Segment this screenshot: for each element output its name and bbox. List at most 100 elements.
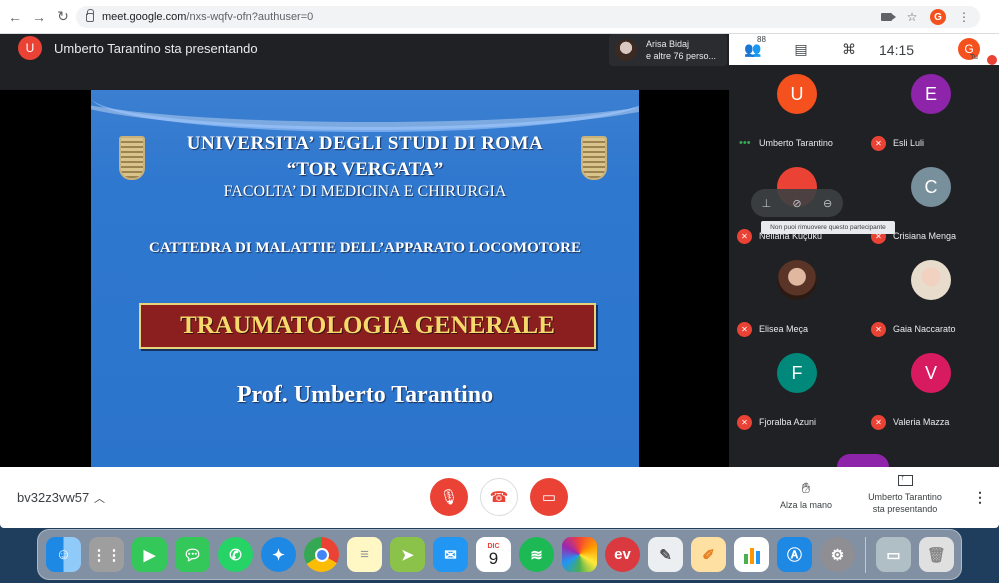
appstore-icon[interactable]: Ⓐ <box>777 537 812 572</box>
facetime-icon[interactable]: ▶ <box>132 537 167 572</box>
shared-slide: UNIVERSITA’ DEGLI STUDI DI ROMA “TOR VER… <box>91 90 639 467</box>
spotlight-avatar <box>615 39 637 61</box>
slide-professor: Prof. Umberto Tarantino <box>236 382 494 408</box>
slide-banner-text: TRAUMATOLOGIA GENERALE <box>180 312 555 339</box>
tooltip: Non puoi rimuovere questo partecipante <box>761 221 895 234</box>
people-button[interactable]: 👥 88 <box>729 35 777 58</box>
participant-name: Crisiana Menga <box>893 231 957 241</box>
participant-avatar: F <box>777 353 817 393</box>
participant-avatar-partial <box>837 454 889 467</box>
launchpad-icon[interactable]: ⋮⋮ <box>89 537 124 572</box>
meet-bottom-bar: bv32z3vw57 ︿ 🎙︎ ☎︎ ▭ ✋︎ Alza la mano Umb… <box>0 467 999 528</box>
chrome-icon[interactable] <box>304 537 339 572</box>
mic-off-icon: ✕ <box>871 415 886 430</box>
spotlight-others: e altre 76 perso... <box>646 51 717 61</box>
mute-participant-icon[interactable]: ⊘ <box>787 193 807 213</box>
settings-icon[interactable]: ⚙ <box>820 537 855 572</box>
self-status-badge <box>987 55 997 65</box>
mic-off-icon: ✕ <box>737 415 752 430</box>
participant-tile[interactable]: C ✕ Crisiana Menga <box>865 158 997 248</box>
photos-icon[interactable] <box>562 537 597 572</box>
raise-hand-button[interactable]: ✋︎ Alza la mano <box>776 480 836 510</box>
raise-hand-label: Alza la mano <box>779 500 833 510</box>
notes-icon[interactable]: ≡ <box>347 537 382 572</box>
macos-dock: ☺ ⋮⋮ ▶ 💬︎ ✆ ✦ ≡ ➤ ✉ DIC 9 ≋ ev ✎ ✐ Ⓐ ⚙ ▭… <box>37 529 962 580</box>
chat-button[interactable]: ▤ <box>777 41 825 58</box>
participant-tile[interactable]: E ✕ Esli Luli <box>865 65 997 155</box>
reload-icon[interactable]: ↻ <box>52 6 74 28</box>
meet-toolbar: 👥 88 ▤ ⌘ 14:15 G Tu <box>729 34 999 65</box>
menu-dots-icon[interactable]: ⋮ <box>956 9 972 25</box>
presenting-status-label: Umberto Tarantino sta presentando <box>868 492 942 514</box>
participant-tile[interactable]: ✕ Gaia Naccarato <box>865 251 997 341</box>
numbers-icon[interactable] <box>734 537 769 572</box>
presentation-stage: UNIVERSITA’ DEGLI STUDI DI ROMA “TOR VER… <box>0 90 729 467</box>
expressvpn-icon[interactable]: ev <box>605 537 640 572</box>
spotlight-name: Arisa Bidaj <box>646 39 690 49</box>
mic-toggle-button[interactable]: 🎙︎ <box>430 478 468 516</box>
browser-toolbar: ← → ↻ meet.google.com/nxs-wqfv-ofn?authu… <box>0 0 999 34</box>
participant-photo <box>777 260 817 300</box>
participant-name: Esli Luli <box>893 138 925 148</box>
remove-participant-icon[interactable]: ⊖ <box>818 193 838 213</box>
spotify-icon[interactable]: ≋ <box>519 537 554 572</box>
participant-grid: U ••• Umberto Tarantino E ✕ Esli Luli ✕ … <box>729 65 999 467</box>
textedit-icon[interactable]: ✎ <box>648 537 683 572</box>
participant-tile[interactable]: ✕ Elisea Meça <box>731 251 863 341</box>
calendar-icon[interactable]: DIC 9 <box>476 537 511 572</box>
whatsapp-icon[interactable]: ✆ <box>218 537 253 572</box>
mail-icon[interactable]: ✉ <box>433 537 468 572</box>
meeting-code[interactable]: bv32z3vw57 <box>17 490 89 505</box>
url-text: meet.google.com/nxs-wqfv-ofn?authuser=0 <box>102 11 314 23</box>
participant-tile[interactable]: U ••• Umberto Tarantino <box>731 65 863 155</box>
clock: 14:15 <box>879 41 915 58</box>
participant-name: Fjoralba Azuni <box>759 417 817 427</box>
meet-header: U Umberto Tarantino sta presentando Aris… <box>0 34 729 90</box>
back-icon[interactable]: ← <box>4 6 26 28</box>
activities-button[interactable]: ⌘ <box>825 41 873 58</box>
camera-indicator-icon[interactable] <box>878 9 896 25</box>
mic-off-icon: ✕ <box>871 136 886 151</box>
slide-banner: TRAUMATOLOGIA GENERALE <box>139 303 596 349</box>
dock-separator <box>865 536 866 573</box>
hand-icon: ✋︎ <box>801 480 811 497</box>
finder-icon[interactable]: ☺ <box>46 537 81 572</box>
participant-tile[interactable]: F ✕ Fjoralba Azuni <box>731 344 863 434</box>
lock-icon <box>86 8 94 22</box>
participant-tile[interactable]: V ✕ Valeria Mazza <box>865 344 997 434</box>
participant-avatar: C <box>911 167 951 207</box>
profile-avatar[interactable]: G <box>930 9 946 25</box>
participant-name: Gaia Naccarato <box>893 324 956 334</box>
chevron-up-icon[interactable]: ︿ <box>94 490 105 506</box>
messages-icon[interactable]: 💬︎ <box>175 537 210 572</box>
trash-icon[interactable]: 🗑︎ <box>919 537 954 572</box>
pin-icon[interactable]: ⊥ <box>756 193 776 213</box>
participant-hover-controls: ⊥ ⊘ ⊖ <box>751 189 843 217</box>
forward-icon[interactable]: → <box>28 6 50 28</box>
more-options-icon[interactable]: ⋮ <box>973 489 987 506</box>
participant-avatar: E <box>911 74 951 114</box>
star-icon[interactable]: ☆ <box>904 9 920 25</box>
downloads-icon[interactable]: ▭ <box>876 537 911 572</box>
slide-line-3: FACOLTA’ DI MEDICINA E CHIRURGIA <box>223 183 507 200</box>
camera-toggle-button[interactable]: ▭ <box>530 478 568 516</box>
slide-line-1: UNIVERSITA’ DEGLI STUDI DI ROMA <box>186 133 544 154</box>
participant-name: Elisea Meça <box>759 324 809 334</box>
address-bar[interactable]: meet.google.com/nxs-wqfv-ofn?authuser=0 … <box>76 6 980 28</box>
present-screen-icon <box>897 473 913 486</box>
pages-icon[interactable]: ✐ <box>691 537 726 572</box>
spotlight-participant[interactable]: Arisa Bidaj e altre 76 perso... <box>609 34 727 66</box>
slide-line-2: “TOR VERGATA” <box>286 159 444 180</box>
maps-icon[interactable]: ➤ <box>390 537 425 572</box>
self-label: Tu <box>970 54 978 61</box>
activities-icon: ⌘ <box>842 41 856 57</box>
safari-icon[interactable]: ✦ <box>261 537 296 572</box>
hang-up-icon: ☎︎ <box>489 489 509 506</box>
camera-off-icon: ▭ <box>541 489 557 506</box>
mic-off-icon: ✕ <box>737 322 752 337</box>
leave-call-button[interactable]: ☎︎ <box>480 478 518 516</box>
participant-name: Valeria Mazza <box>893 417 950 427</box>
presenter-avatar: U <box>18 36 42 60</box>
presenting-button[interactable]: Umberto Tarantino sta presentando <box>862 473 948 515</box>
speaking-icon: ••• <box>739 137 751 149</box>
